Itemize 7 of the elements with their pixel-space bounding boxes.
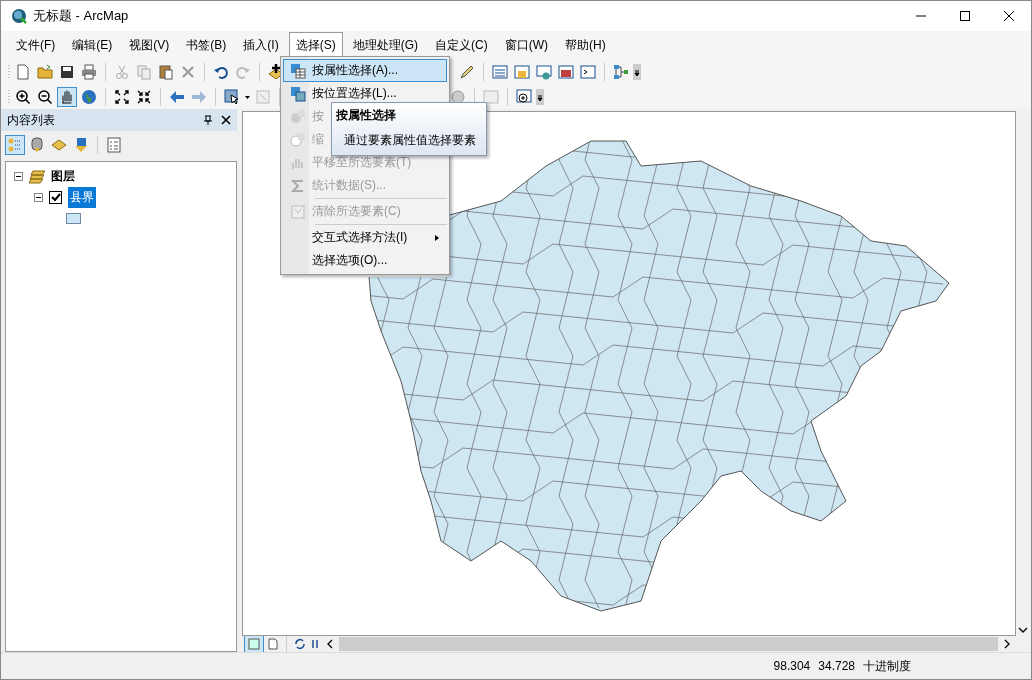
coordinate-units: 十进制度 bbox=[863, 657, 911, 675]
tooltip-title: 按属性选择 bbox=[336, 107, 397, 124]
y-coordinate: 34.728 bbox=[818, 659, 855, 673]
window-title: 无标题 - ArcMap bbox=[33, 7, 129, 25]
panel-title: 内容列表 bbox=[7, 111, 56, 129]
x-coordinate: 98.304 bbox=[773, 659, 811, 673]
tooltip-description: 通过要素属性值选择要素 bbox=[343, 132, 477, 149]
